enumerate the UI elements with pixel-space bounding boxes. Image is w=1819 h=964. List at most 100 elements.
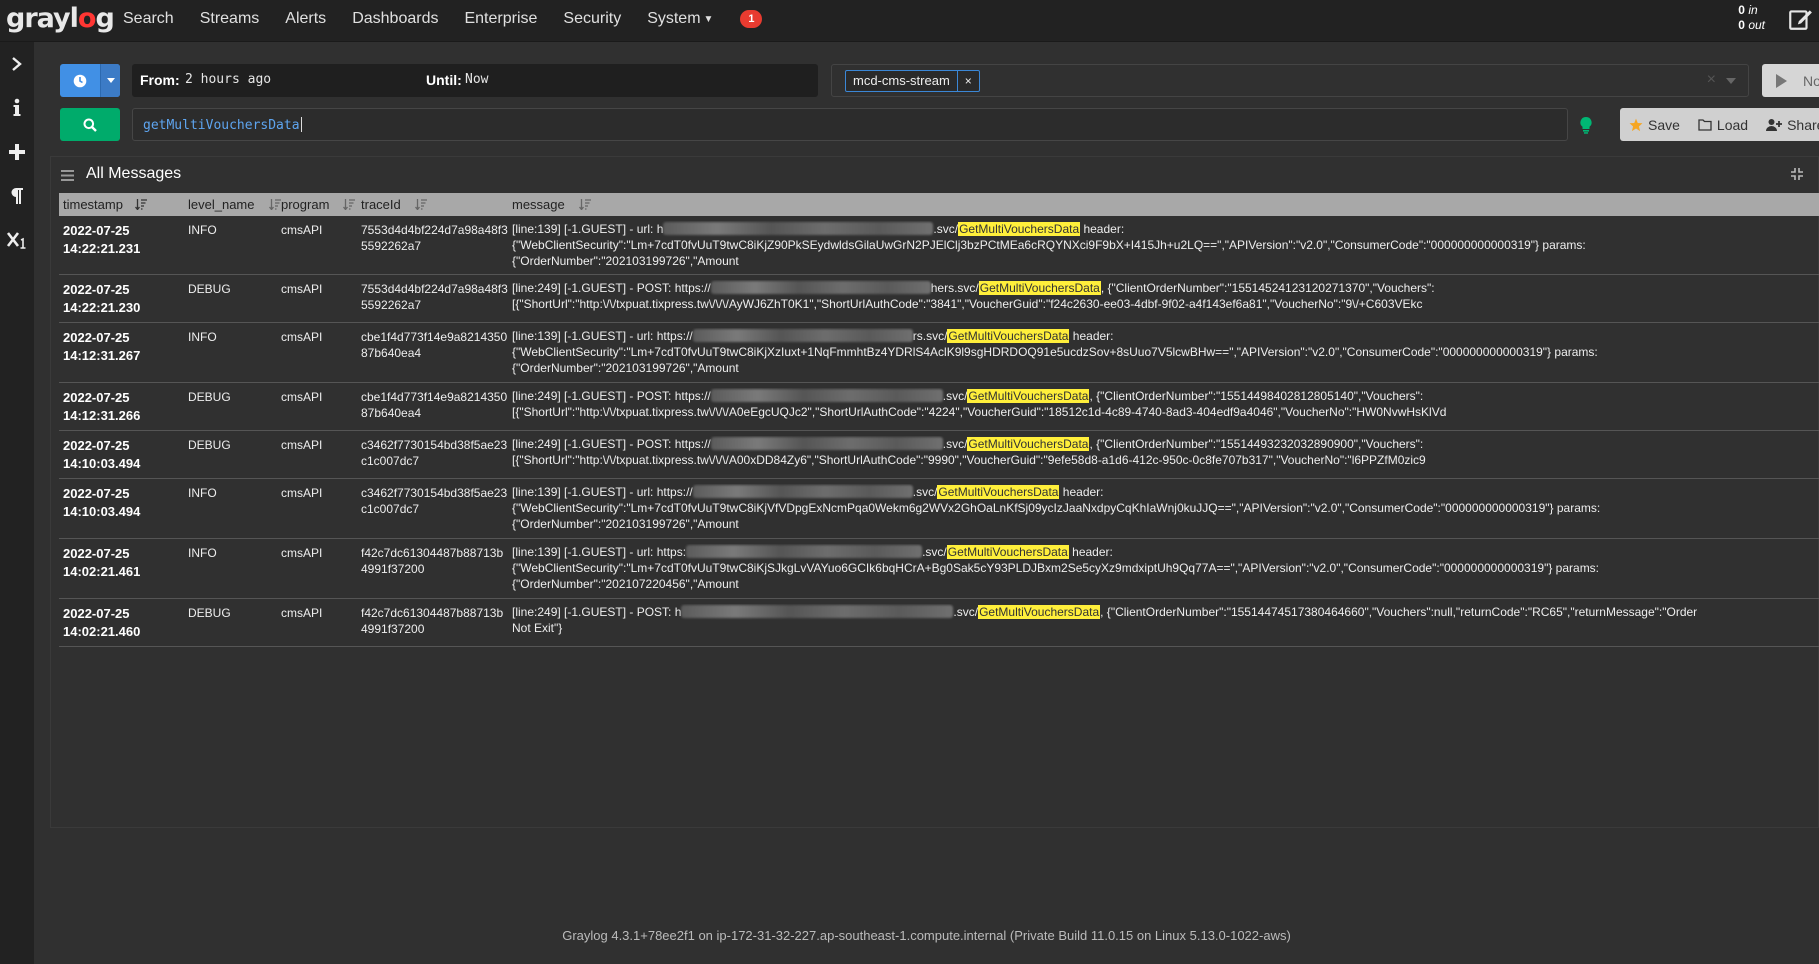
program-cell: cmsAPI xyxy=(281,546,323,560)
column-level-name[interactable]: level_name xyxy=(188,197,281,212)
timestamp-cell: 2022-07-25 14:02:21.461 xyxy=(63,545,140,581)
table-row[interactable]: 2022-07-25 14:22:21.231 INFO cmsAPI 7553… xyxy=(59,216,1819,275)
throughput-indicator[interactable]: 0 in 0 out xyxy=(1738,3,1765,33)
table-row[interactable]: 2022-07-25 14:10:03.494 INFO cmsAPI c346… xyxy=(59,479,1819,539)
refresh-label: Not updating xyxy=(1803,72,1819,89)
column-traceid[interactable]: traceId xyxy=(361,197,427,212)
save-label: Save xyxy=(1648,116,1680,133)
timestamp-time: 14:12:31.266 xyxy=(63,408,141,423)
stream-tag-remove-icon[interactable]: × xyxy=(956,71,979,91)
main-content: From: 2 hours ago Until: Now mcd-cms-str… xyxy=(34,42,1819,964)
search-button[interactable] xyxy=(60,108,120,141)
time-range-display[interactable]: From: 2 hours ago Until: Now xyxy=(132,64,818,97)
message-line: [{"ShortUrl":"http:\/\/txpuat.tixpress.t… xyxy=(512,297,1423,311)
timestamp-time: 14:02:21.461 xyxy=(63,564,141,579)
message-suffix: header: xyxy=(1059,485,1104,499)
nav-alerts[interactable]: Alerts xyxy=(272,0,339,42)
save-button[interactable]: Save xyxy=(1620,108,1689,141)
drag-handle-icon[interactable] xyxy=(61,170,74,181)
share-button[interactable]: Share xyxy=(1757,108,1819,141)
timestamp-date: 2022-07-25 xyxy=(63,606,130,621)
load-button[interactable]: Load xyxy=(1689,108,1757,141)
message-prefix: [line:249] [-1.GUEST] - POST: https:// xyxy=(512,281,711,295)
message-prefix: [line:139] [-1.GUEST] - url: https:// xyxy=(512,485,693,499)
column-timestamp[interactable]: timestamp xyxy=(63,197,147,212)
table-row[interactable]: 2022-07-25 14:02:21.461 INFO cmsAPI f42c… xyxy=(59,539,1819,599)
nav-search[interactable]: Search xyxy=(110,0,187,42)
stream-tag-label: mcd-cms-stream xyxy=(853,73,950,88)
nav-security[interactable]: Security xyxy=(550,0,634,42)
message-suffix: header: xyxy=(1069,329,1114,343)
timestamp-date: 2022-07-25 xyxy=(63,486,130,501)
sort-icon[interactable] xyxy=(268,199,281,210)
notification-badge[interactable]: 1 xyxy=(740,10,763,28)
column-program[interactable]: program xyxy=(281,197,356,212)
message-cell: [line:139] [-1.GUEST] - url: h .svc/GetMu… xyxy=(512,221,1819,269)
program-cell: cmsAPI xyxy=(281,282,323,296)
table-row[interactable]: 2022-07-25 14:02:21.460 DEBUG cmsAPI f42… xyxy=(59,599,1819,647)
redacted-url xyxy=(686,545,923,558)
table-row[interactable]: 2022-07-25 14:22:21.230 DEBUG cmsAPI 755… xyxy=(59,275,1819,323)
throughput-out-label: out xyxy=(1748,18,1765,32)
time-range-type-button[interactable] xyxy=(60,64,120,97)
redacted-url xyxy=(710,389,943,402)
sort-icon[interactable] xyxy=(578,199,591,210)
program-cell: cmsAPI xyxy=(281,223,323,237)
message-line: [{"ShortUrl":"http:\/\/txpuat.tixpress.t… xyxy=(512,453,1426,467)
stream-dropdown-caret-icon[interactable] xyxy=(1726,78,1736,84)
lightbulb-icon[interactable] xyxy=(1579,116,1593,134)
table-row[interactable]: 2022-07-25 14:10:03.494 DEBUG cmsAPI c34… xyxy=(59,431,1819,479)
search-highlight: GetMultiVouchersData xyxy=(937,485,1060,499)
caret-down-icon xyxy=(106,78,115,83)
nav-streams[interactable]: Streams xyxy=(187,0,273,42)
table-row[interactable]: 2022-07-25 14:12:31.266 DEBUG cmsAPI cbe… xyxy=(59,383,1819,431)
messages-table-header: timestamp level_name program traceId mes… xyxy=(59,193,1819,216)
search-highlight: GetMultiVouchersData xyxy=(978,281,1101,295)
traceid-cell: 7553d4d4bf224d7a98a48f35592262a7 xyxy=(361,282,508,312)
clock-button[interactable] xyxy=(60,64,100,97)
nav-dashboards[interactable]: Dashboards xyxy=(339,0,451,42)
search-highlight: GetMultiVouchersData xyxy=(967,437,1090,451)
clock-icon xyxy=(73,74,87,87)
info-icon[interactable] xyxy=(0,86,34,130)
message-prefix: [line:139] [-1.GUEST] - url: https: xyxy=(512,545,687,559)
stream-select[interactable]: mcd-cms-stream × × xyxy=(831,64,1749,97)
nav-system-dropdown[interactable]: System ▼ xyxy=(634,0,726,42)
nav-system-label: System xyxy=(647,9,701,27)
stream-tag: mcd-cms-stream × xyxy=(845,70,980,92)
paragraph-icon[interactable] xyxy=(0,174,34,218)
compress-icon[interactable] xyxy=(1790,167,1804,181)
message-line: {"WebClientSecurity":"Lm+7cdT0fvUuT9twC8… xyxy=(512,561,1600,575)
time-type-dropdown[interactable] xyxy=(100,64,120,97)
traceid-cell: f42c7dc61304487b88713b4991f37200 xyxy=(361,606,504,636)
column-message[interactable]: message xyxy=(512,197,591,212)
timestamp-time: 14:22:21.230 xyxy=(63,300,141,315)
nav-enterprise[interactable]: Enterprise xyxy=(451,0,550,42)
message-line: [line:139] [-1.GUEST] - url: https:// rs.… xyxy=(512,328,1819,344)
message-line: [line:249] [-1.GUEST] - POST: https:// he… xyxy=(512,280,1819,296)
level-cell: DEBUG xyxy=(188,606,231,620)
message-path: .svc/ xyxy=(942,389,968,403)
widget-title: All Messages xyxy=(86,165,182,182)
widget-header: All Messages xyxy=(51,157,1818,193)
expand-sidebar-icon[interactable] xyxy=(0,42,34,86)
level-cell: INFO xyxy=(188,223,217,237)
graylog-logo[interactable]: graylog xyxy=(0,3,115,36)
level-cell: DEBUG xyxy=(188,282,231,296)
timestamp-cell: 2022-07-25 14:12:31.266 xyxy=(63,389,140,425)
message-prefix: [line:249] [-1.GUEST] - POST: https:// xyxy=(512,389,711,403)
refresh-toggle-button[interactable]: Not updating xyxy=(1762,64,1819,97)
table-row[interactable]: 2022-07-25 14:12:31.267 INFO cmsAPI cbe1… xyxy=(59,323,1819,383)
redacted-url xyxy=(692,329,913,342)
plus-icon[interactable] xyxy=(0,130,34,174)
search-query-input[interactable]: getMultiVouchersData xyxy=(132,108,1568,141)
edit-icon[interactable] xyxy=(1787,6,1813,32)
sort-icon[interactable] xyxy=(414,199,427,210)
timestamp-cell: 2022-07-25 14:22:21.231 xyxy=(63,222,140,258)
sort-icon[interactable] xyxy=(343,199,356,210)
column-label: level_name xyxy=(188,197,255,212)
message-prefix: [line:139] [-1.GUEST] - url: https:// xyxy=(512,329,693,343)
sort-icon[interactable] xyxy=(134,199,147,210)
subscript-icon[interactable] xyxy=(0,218,34,262)
clear-streams-icon[interactable]: × xyxy=(1707,71,1716,89)
